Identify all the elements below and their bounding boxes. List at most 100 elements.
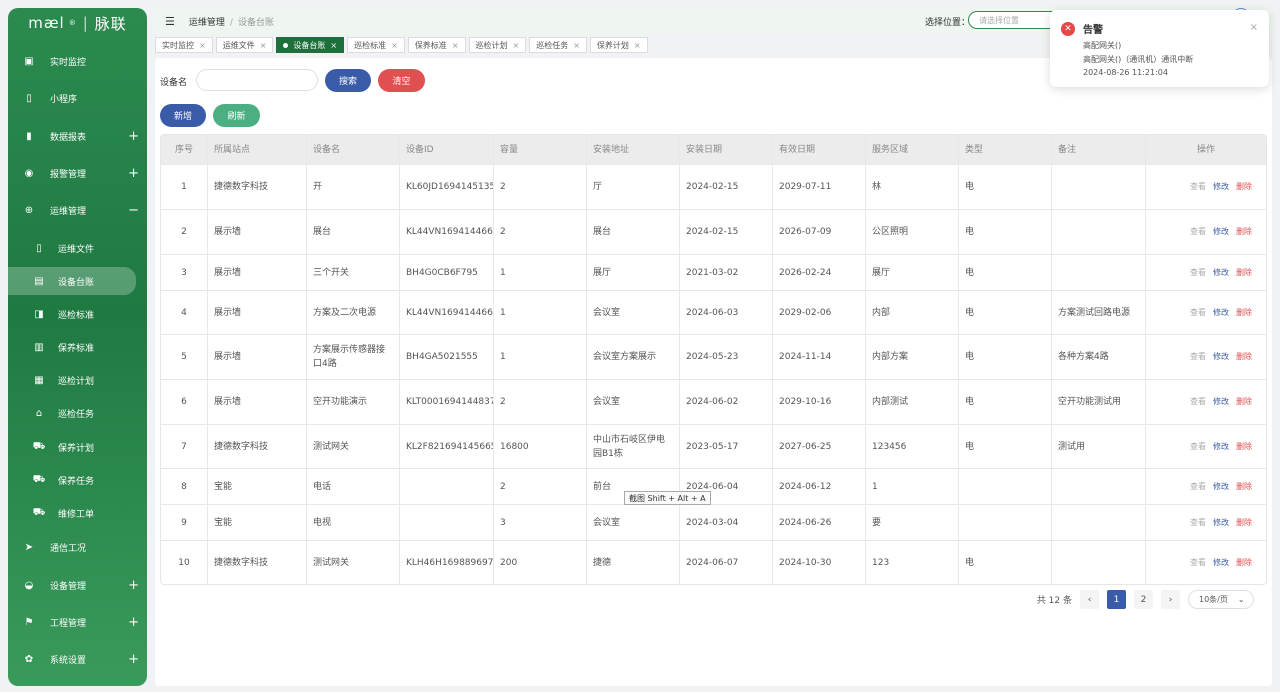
sidebar-item[interactable]: ▤ 设备台账 bbox=[8, 267, 136, 295]
tab-close-icon[interactable]: × bbox=[330, 41, 337, 50]
view-link[interactable]: 查看 bbox=[1190, 306, 1206, 320]
tab[interactable]: 巡检标准 × bbox=[347, 37, 405, 53]
expand-icon[interactable]: + bbox=[128, 129, 139, 144]
sidebar-item[interactable]: ▦ 巡检计划 bbox=[8, 366, 147, 394]
sidebar-item-label: 小程序 bbox=[50, 94, 78, 105]
expand-icon[interactable]: + bbox=[128, 652, 139, 667]
sidebar-item-label: 工程管理 bbox=[50, 618, 87, 629]
menu-toggle-icon[interactable]: ☰ bbox=[165, 15, 175, 28]
close-icon[interactable]: × bbox=[1250, 22, 1258, 33]
search-input[interactable] bbox=[196, 69, 318, 91]
tab-close-icon[interactable]: × bbox=[260, 41, 267, 50]
search-button[interactable]: 搜索 bbox=[325, 69, 371, 92]
view-link[interactable]: 查看 bbox=[1190, 395, 1206, 409]
page-size-select[interactable]: 10条/页 ⌄ bbox=[1188, 590, 1254, 609]
view-link[interactable]: 查看 bbox=[1190, 440, 1206, 454]
edit-link[interactable]: 修改 bbox=[1213, 180, 1229, 194]
prev-page-button[interactable]: ‹ bbox=[1080, 590, 1099, 609]
view-link[interactable]: 查看 bbox=[1190, 516, 1206, 530]
clear-button[interactable]: 清空 bbox=[378, 69, 425, 92]
tab-close-icon[interactable]: × bbox=[634, 41, 641, 50]
sidebar-item[interactable]: ⛟ 保养计划 bbox=[8, 433, 147, 461]
home-icon: ⌂ bbox=[35, 407, 43, 419]
sidebar-item[interactable]: ⛟ 维修工单 bbox=[8, 499, 147, 527]
delete-link[interactable]: 删除 bbox=[1236, 306, 1252, 320]
tab[interactable]: 运维文件 × bbox=[215, 37, 274, 53]
edit-link[interactable]: 修改 bbox=[1213, 395, 1229, 409]
table-cell: 2024-11-14 bbox=[773, 335, 866, 379]
sidebar-item[interactable]: ▮ 数据报表 + bbox=[8, 122, 147, 150]
sidebar-item[interactable]: ⌂ 巡检任务 bbox=[8, 399, 147, 427]
refresh-button[interactable]: 刷新 bbox=[213, 104, 260, 127]
tab[interactable]: 设备台账 × bbox=[276, 37, 345, 53]
expand-icon[interactable]: + bbox=[128, 578, 139, 593]
view-link[interactable]: 查看 bbox=[1190, 480, 1206, 494]
tab[interactable]: 保养计划 × bbox=[589, 37, 648, 53]
expand-icon[interactable]: + bbox=[128, 615, 139, 630]
sidebar-item[interactable]: ⊕ 运维管理 − bbox=[8, 196, 147, 224]
breadcrumb-parent[interactable]: 运维管理 bbox=[189, 18, 225, 28]
edit-link[interactable]: 修改 bbox=[1213, 350, 1229, 364]
view-link[interactable]: 查看 bbox=[1190, 180, 1206, 194]
table-cell: 捷德数字科技 bbox=[208, 165, 307, 209]
cart-icon: ⛟ bbox=[32, 440, 46, 452]
delete-link[interactable]: 删除 bbox=[1236, 395, 1252, 409]
table-cell: KLT0001694144837 bbox=[400, 380, 494, 424]
delete-link[interactable]: 删除 bbox=[1236, 480, 1252, 494]
edit-link[interactable]: 修改 bbox=[1213, 480, 1229, 494]
view-link[interactable]: 查看 bbox=[1190, 266, 1206, 280]
sidebar-item[interactable]: ▥ 保养标准 bbox=[8, 333, 147, 361]
expand-icon[interactable]: − bbox=[128, 203, 139, 218]
sidebar-item[interactable]: ◉ 报警管理 + bbox=[8, 159, 147, 187]
table-cell: 电 bbox=[959, 380, 1052, 424]
table-row: 9 宝能 电视 3 会议室 2024-03-04 2024-06-26 要 查看 修改 删除 bbox=[161, 504, 1266, 540]
delete-link[interactable]: 删除 bbox=[1236, 516, 1252, 530]
tab-close-icon[interactable]: × bbox=[513, 41, 520, 50]
edit-link[interactable]: 修改 bbox=[1213, 306, 1229, 320]
sidebar-item[interactable]: ⚑ 工程管理 + bbox=[8, 608, 147, 636]
table-cell bbox=[400, 469, 494, 504]
sidebar-item[interactable]: ▣ 实时监控 bbox=[8, 47, 147, 75]
sidebar-item[interactable]: ➤ 通信工况 bbox=[8, 533, 147, 561]
delete-link[interactable]: 删除 bbox=[1236, 225, 1252, 239]
page-1-button[interactable]: 1 bbox=[1107, 590, 1126, 609]
column-header: 所属站点 bbox=[208, 135, 307, 164]
search-label: 设备名 bbox=[160, 78, 188, 88]
table-cell: 8 bbox=[161, 469, 208, 504]
delete-link[interactable]: 删除 bbox=[1236, 350, 1252, 364]
edit-link[interactable]: 修改 bbox=[1213, 266, 1229, 280]
view-link[interactable]: 查看 bbox=[1190, 225, 1206, 239]
sidebar-item-label: 保养标准 bbox=[58, 343, 95, 354]
delete-link[interactable]: 删除 bbox=[1236, 440, 1252, 454]
sidebar-item[interactable]: ✿ 系统设置 + bbox=[8, 645, 147, 673]
page-2-button[interactable]: 2 bbox=[1134, 590, 1153, 609]
tab-close-icon[interactable]: × bbox=[391, 41, 398, 50]
next-page-button[interactable]: › bbox=[1161, 590, 1180, 609]
view-link[interactable]: 查看 bbox=[1190, 350, 1206, 364]
edit-link[interactable]: 修改 bbox=[1213, 440, 1229, 454]
edit-link[interactable]: 修改 bbox=[1213, 516, 1229, 530]
delete-link[interactable]: 删除 bbox=[1236, 266, 1252, 280]
row-actions: 查看 修改 删除 bbox=[1146, 255, 1266, 290]
tab[interactable]: 保养标准 × bbox=[407, 37, 466, 53]
edit-link[interactable]: 修改 bbox=[1213, 556, 1229, 570]
view-link[interactable]: 查看 bbox=[1190, 556, 1206, 570]
tab-close-icon[interactable]: × bbox=[452, 41, 459, 50]
table-cell: 电 bbox=[959, 335, 1052, 379]
sidebar-item[interactable]: ◒ 设备管理 + bbox=[8, 571, 147, 599]
expand-icon[interactable]: + bbox=[128, 166, 139, 181]
tab[interactable]: 实时监控 × bbox=[155, 37, 213, 53]
sidebar-item[interactable]: ▯ 运维文件 bbox=[8, 234, 147, 262]
sidebar-item[interactable]: ◨ 巡检标准 bbox=[8, 300, 147, 328]
tab-close-icon[interactable]: × bbox=[573, 41, 580, 50]
add-button[interactable]: 新增 bbox=[160, 104, 206, 127]
tab[interactable]: 巡检计划 × bbox=[468, 37, 527, 53]
sidebar-item[interactable]: ⛟ 保养任务 bbox=[8, 466, 147, 494]
delete-link[interactable]: 删除 bbox=[1236, 180, 1252, 194]
tab-close-icon[interactable]: × bbox=[199, 41, 206, 50]
edit-link[interactable]: 修改 bbox=[1213, 225, 1229, 239]
sidebar-item[interactable]: ▯ 小程序 bbox=[8, 84, 147, 112]
delete-link[interactable]: 删除 bbox=[1236, 556, 1252, 570]
row-actions: 查看 修改 删除 bbox=[1146, 380, 1266, 424]
tab[interactable]: 巡检任务 × bbox=[529, 37, 587, 53]
